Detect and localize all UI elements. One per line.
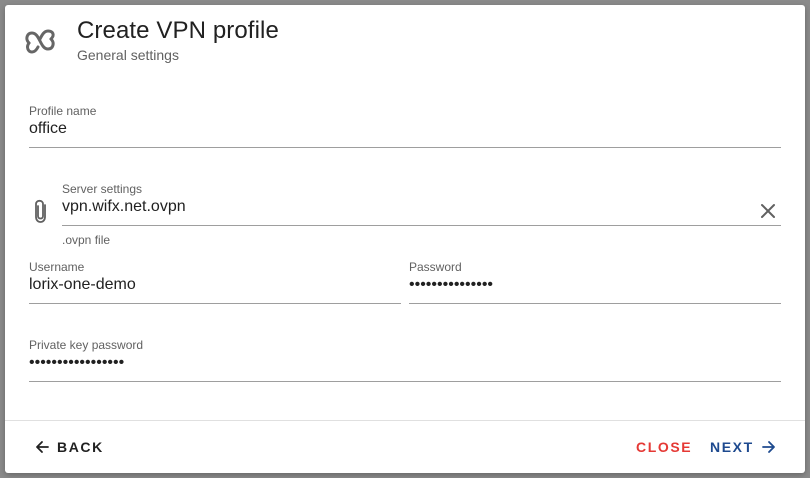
server-settings-field[interactable]: Server settings vpn.wifx.net.ovpn (62, 182, 781, 227)
actions-divider (5, 420, 805, 421)
password-field[interactable]: Password ••••••••••••••• (409, 260, 781, 305)
arrow-right-icon (761, 441, 775, 453)
username-input[interactable]: lorix-one-demo (29, 276, 136, 294)
private-key-password-input[interactable]: ••••••••••••••••• (29, 354, 124, 372)
password-label: Password (409, 260, 462, 274)
close-icon[interactable] (758, 201, 778, 221)
server-settings-underline (62, 225, 781, 226)
close-button[interactable]: CLOSE (636, 432, 692, 462)
private-key-password-underline (29, 381, 781, 382)
password-input[interactable]: ••••••••••••••• (409, 276, 493, 294)
arrow-left-icon (36, 441, 49, 453)
next-button[interactable]: NEXT (710, 432, 776, 462)
profile-name-underline (29, 147, 781, 148)
dialog-subtitle: General settings (77, 47, 179, 63)
server-settings-label: Server settings (62, 182, 143, 196)
username-field[interactable]: Username lorix-one-demo (29, 260, 401, 305)
dialog-title: Create VPN profile (77, 17, 279, 44)
private-key-password-label: Private key password (29, 338, 144, 352)
vpn-logo-icon (25, 29, 55, 54)
username-underline (29, 303, 401, 304)
next-button-label: NEXT (710, 439, 754, 455)
server-settings-input[interactable]: vpn.wifx.net.ovpn (62, 198, 186, 216)
close-button-label: CLOSE (636, 439, 693, 455)
password-underline (409, 303, 781, 304)
username-label: Username (29, 260, 85, 274)
back-button[interactable]: BACK (35, 432, 104, 462)
server-settings-hint: .ovpn file (62, 233, 111, 247)
profile-name-input[interactable]: office (29, 120, 67, 138)
create-vpn-profile-dialog: Create VPN profile General settings Prof… (5, 5, 805, 473)
back-button-label: BACK (57, 439, 104, 455)
paperclip-icon[interactable] (31, 199, 51, 225)
profile-name-label: Profile name (29, 104, 97, 118)
private-key-password-field[interactable]: Private key password ••••••••••••••••• (29, 338, 781, 383)
profile-name-field[interactable]: Profile name office (29, 104, 781, 149)
